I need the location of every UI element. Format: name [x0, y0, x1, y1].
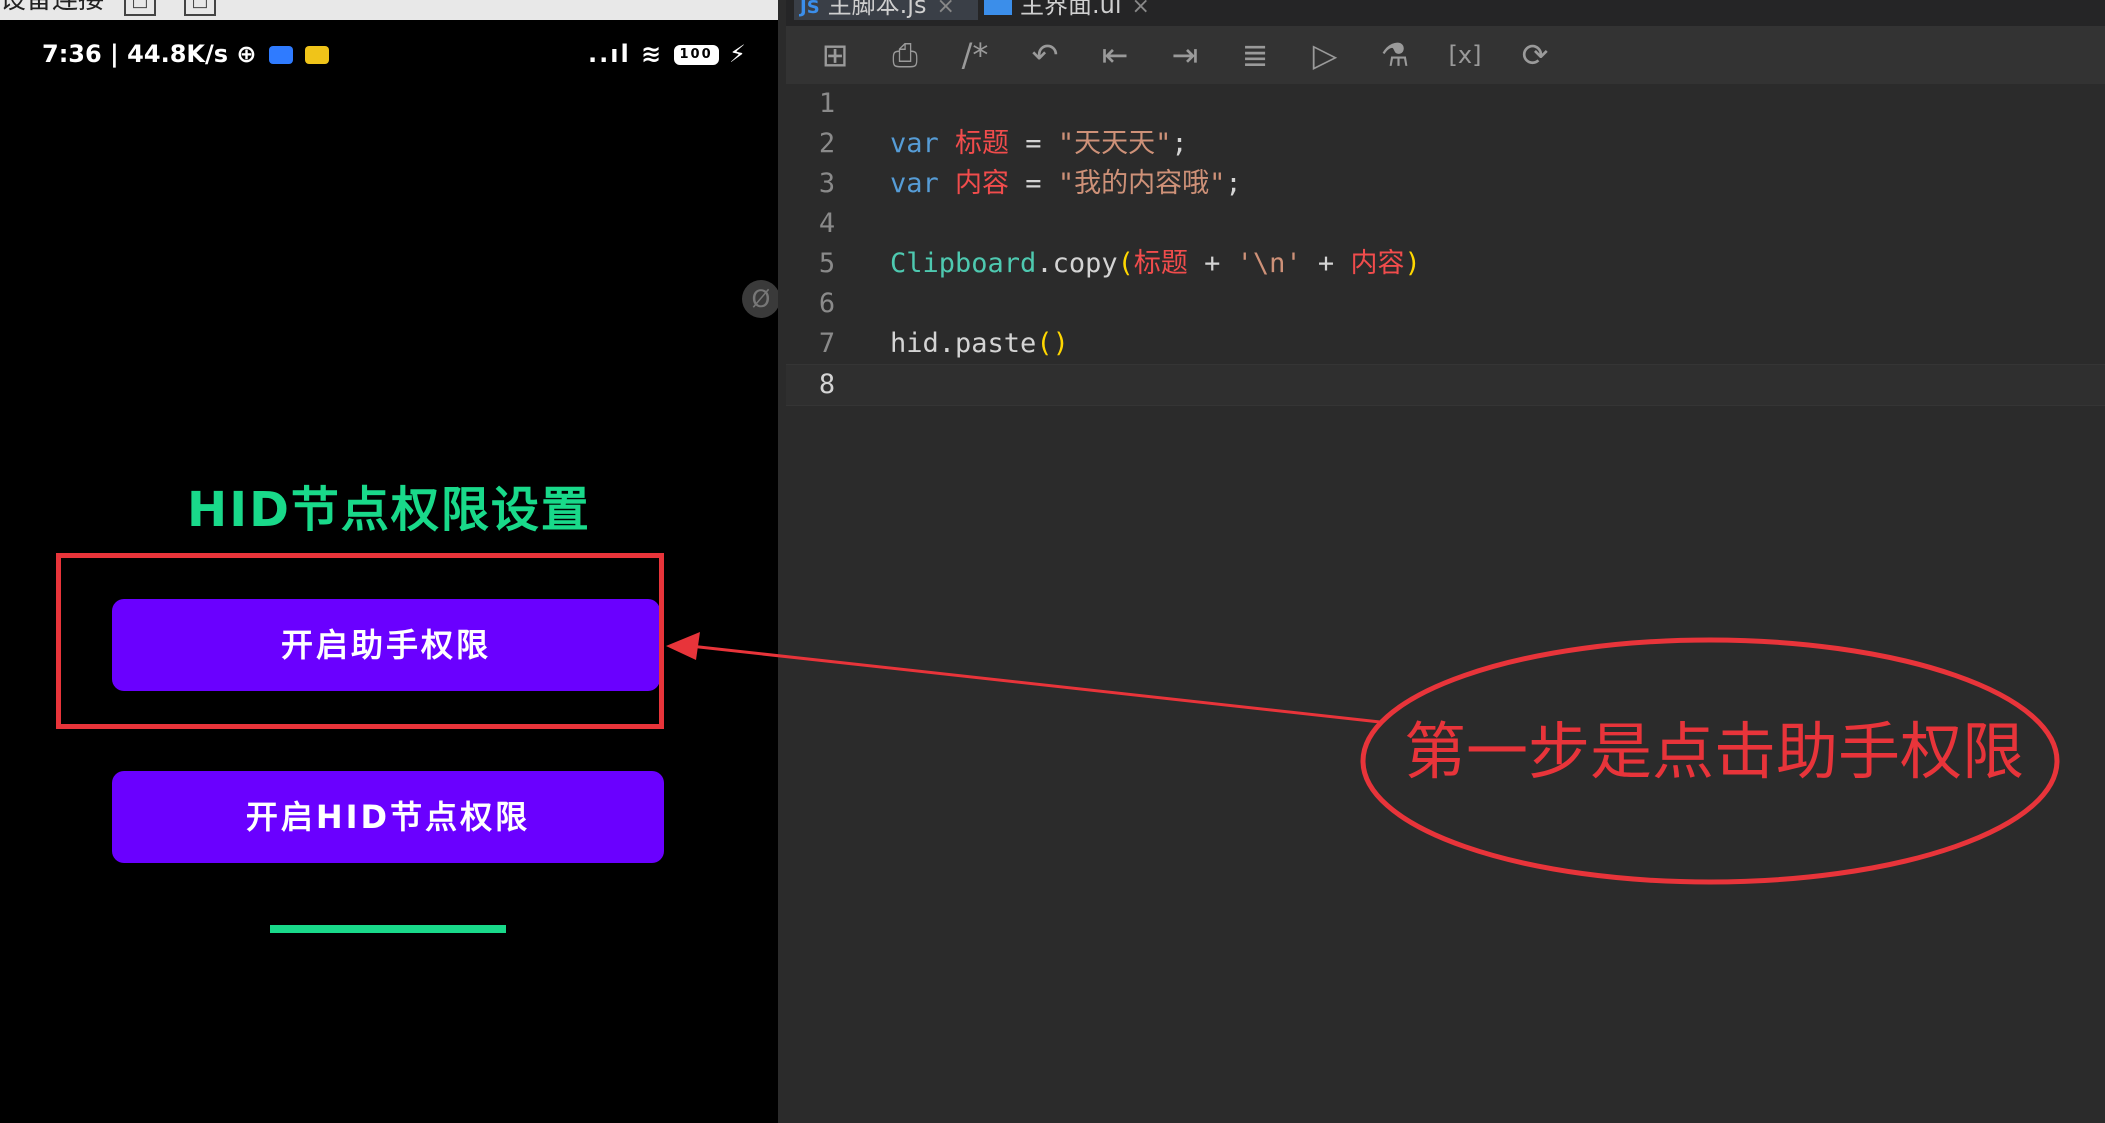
- screen: 设备连接 □ □ 7:36 | 44.8K/s ⊕ ..ıl ≋ 100 ⚡ Ø…: [0, 0, 2105, 1123]
- undo-icon[interactable]: ↶: [1024, 34, 1066, 76]
- code-area[interactable]: 1 2 var 标题 = "天天天"; 3 var 内容 = "我的内容哦"; …: [786, 84, 2105, 1123]
- tab-label: 主脚本.js: [827, 0, 927, 19]
- new-file-icon[interactable]: ⊞: [814, 34, 856, 76]
- code-editor: JS 主脚本.js × 主界面.ui × ⊞ ⎙ /* ↶ ⇤ ⇥ ≣ ▷ ⚗ [x]…: [778, 0, 2105, 1123]
- battery-icon: 100: [673, 45, 719, 65]
- tab-main-ui[interactable]: 主界面.ui ×: [984, 0, 1150, 20]
- tab-main-script[interactable]: JS 主脚本.js ×: [794, 0, 978, 20]
- code-text: var 内容 = "我的内容哦";: [890, 168, 1242, 199]
- record-icon[interactable]: □: [184, 0, 216, 16]
- charging-icon: ⚡: [729, 40, 748, 68]
- notification-icon: [268, 46, 293, 64]
- clear-icon[interactable]: ⟳: [1514, 34, 1556, 76]
- code-line-current: 8: [786, 364, 2105, 406]
- close-icon[interactable]: ×: [936, 0, 954, 19]
- editor-toolbar: ⊞ ⎙ /* ↶ ⇤ ⇥ ≣ ▷ ⚗ [x] ⟳: [786, 26, 2105, 84]
- code-line: 4: [786, 204, 2105, 244]
- progress-bar: [270, 925, 506, 933]
- comment-icon[interactable]: /*: [954, 34, 996, 76]
- enable-hid-permission-button[interactable]: 开启HID节点权限: [112, 771, 664, 863]
- highlight-box: [56, 553, 664, 729]
- line-number: 1: [818, 88, 836, 119]
- test-flask-icon[interactable]: ⚗: [1374, 34, 1416, 76]
- app-title: HID节点权限设置: [187, 482, 591, 538]
- line-number: 2: [818, 128, 836, 159]
- code-line: 1: [786, 84, 2105, 124]
- floating-ball-icon[interactable]: Ø: [742, 280, 778, 318]
- line-number: 7: [818, 328, 836, 359]
- line-number: 3: [818, 168, 836, 199]
- code-line: 2 var 标题 = "天天天";: [786, 124, 2105, 164]
- status-signal-battery: ..ıl ≋ 100 ⚡: [588, 40, 748, 68]
- code-line: 7 hid.paste(): [786, 324, 2105, 364]
- tab-label: 主界面.ui: [1020, 0, 1122, 19]
- outdent-icon[interactable]: ⇤: [1094, 34, 1136, 76]
- format-icon[interactable]: ≣: [1234, 34, 1276, 76]
- ui-layout-icon: [984, 0, 1012, 15]
- phone-mirror-panel: 设备连接 □ □ 7:36 | 44.8K/s ⊕ ..ıl ≋ 100 ⚡ Ø…: [0, 0, 778, 1123]
- device-window-titlebar: 设备连接 □ □: [0, 0, 778, 20]
- notification-icon: [305, 46, 330, 64]
- annotation-text: 第一步是点击助手权限: [1404, 715, 2025, 788]
- variable-icon[interactable]: [x]: [1444, 34, 1486, 76]
- phone-status-bar: 7:36 | 44.8K/s ⊕ ..ıl ≋ 100 ⚡: [0, 30, 778, 76]
- signal-wifi-icon: ..ıl ≋: [588, 40, 664, 68]
- line-number: 8: [818, 369, 836, 400]
- device-window-title: 设备连接: [0, 0, 105, 15]
- close-icon[interactable]: ×: [1132, 0, 1150, 19]
- code-text: var 标题 = "天天天";: [890, 128, 1188, 159]
- code-line: 5 Clipboard.copy(标题 + '\n' + 内容): [786, 244, 2105, 284]
- run-icon[interactable]: ▷: [1304, 34, 1346, 76]
- code-line: 3 var 内容 = "我的内容哦";: [786, 164, 2105, 204]
- code-text: hid.paste(): [890, 328, 1069, 359]
- code-line: 6: [786, 284, 2105, 324]
- code-text: Clipboard.copy(标题 + '\n' + 内容): [890, 248, 1421, 279]
- indent-icon[interactable]: ⇥: [1164, 34, 1206, 76]
- progress-fill: [270, 925, 506, 933]
- screenshot-icon[interactable]: □: [124, 0, 156, 16]
- print-icon[interactable]: ⎙: [884, 34, 926, 76]
- js-file-icon: JS: [800, 0, 820, 18]
- line-number: 5: [818, 248, 836, 279]
- line-number: 4: [818, 208, 836, 239]
- line-number: 6: [818, 288, 836, 319]
- tab-strip: JS 主脚本.js × 主界面.ui ×: [786, 0, 2105, 26]
- status-time-speed: 7:36 | 44.8K/s ⊕: [42, 40, 330, 68]
